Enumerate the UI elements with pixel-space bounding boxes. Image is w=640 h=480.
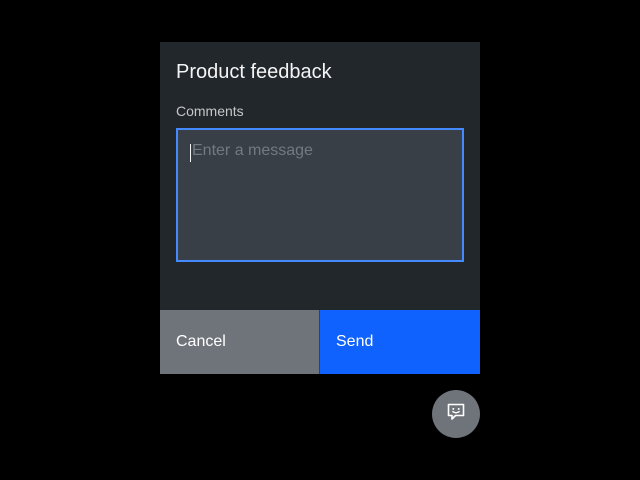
send-button[interactable]: Send bbox=[320, 310, 480, 374]
comments-label: Comments bbox=[176, 103, 244, 119]
feedback-chat-icon bbox=[446, 402, 466, 427]
text-caret bbox=[190, 144, 191, 162]
feedback-dialog: Product feedback Comments Cancel Send bbox=[160, 42, 480, 374]
feedback-toggle-button[interactable] bbox=[432, 390, 480, 438]
comments-field bbox=[176, 128, 464, 262]
comments-textarea[interactable] bbox=[178, 130, 462, 260]
dialog-title: Product feedback bbox=[176, 61, 332, 83]
screen: Product feedback Comments Cancel Send bbox=[0, 0, 640, 480]
cancel-button[interactable]: Cancel bbox=[160, 310, 319, 374]
